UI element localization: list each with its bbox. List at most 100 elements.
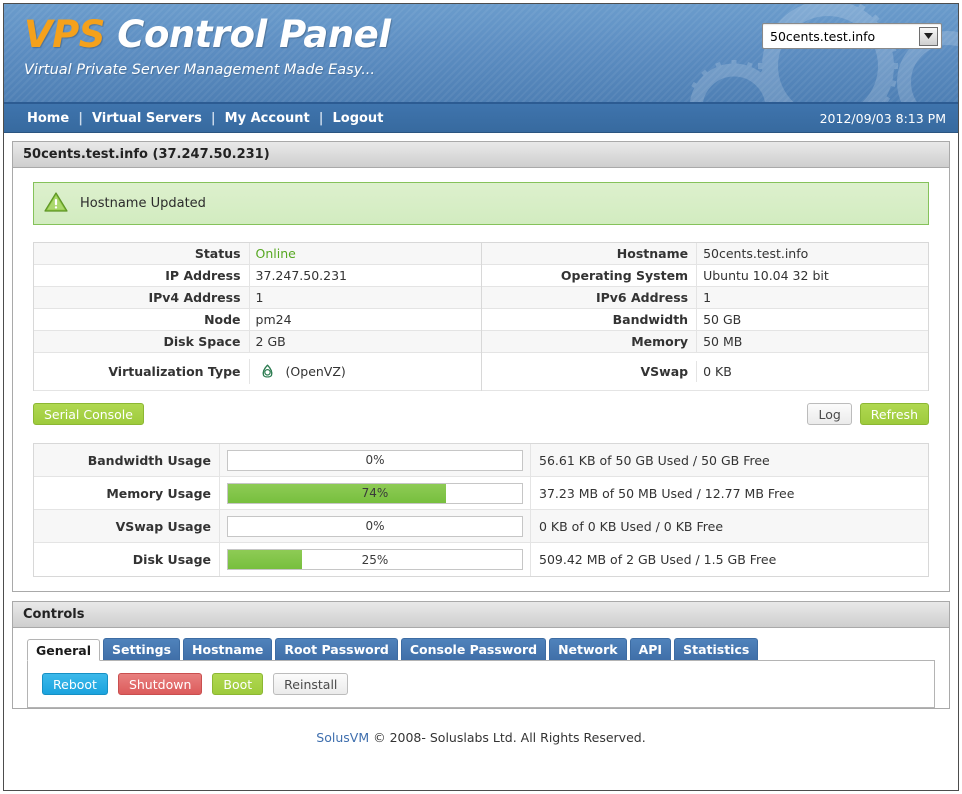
- tab-settings[interactable]: Settings: [103, 638, 181, 660]
- info-label: Bandwidth: [612, 312, 689, 327]
- tab-api[interactable]: API: [629, 638, 672, 660]
- reinstall-button[interactable]: Reinstall: [273, 673, 349, 695]
- controls-panel-title: Controls: [13, 602, 949, 628]
- usage-bar-cell: 0%: [219, 444, 531, 476]
- controls-panel: Controls General Settings Hostname Root …: [12, 601, 950, 709]
- progress-bar: 0%: [227, 449, 523, 471]
- server-info-tables: Status Online IP Address 37.247.50.231 I…: [33, 242, 929, 391]
- info-row: Virtualization Type (OpenVZ): [34, 353, 481, 391]
- warning-triangle-icon: [44, 191, 68, 217]
- usage-detail: 37.23 MB of 50 MB Used / 12.77 MB Free: [539, 485, 795, 501]
- info-row: Disk Space 2 GB: [34, 331, 481, 353]
- alert-message: Hostname Updated: [80, 196, 206, 211]
- app-tagline: Virtual Private Server Management Made E…: [24, 62, 376, 78]
- main-navbar: Home | Virtual Servers | My Account | Lo…: [4, 104, 958, 133]
- nav-item-home[interactable]: Home: [18, 111, 78, 126]
- server-info-left: Status Online IP Address 37.247.50.231 I…: [34, 243, 481, 391]
- progress-bar: 25%: [227, 549, 523, 570]
- log-button[interactable]: Log: [807, 403, 852, 425]
- info-value: 37.247.50.231: [248, 265, 481, 286]
- usage-label: Memory Usage: [106, 485, 211, 501]
- current-datetime: 2012/09/03 8:13 PM: [819, 110, 946, 126]
- info-value: 50 GB: [696, 309, 928, 330]
- server-action-buttons: Serial Console Log Refresh: [33, 391, 929, 429]
- virtualization-label: (OpenVZ): [285, 364, 346, 379]
- info-row: Status Online: [34, 243, 481, 265]
- usage-detail: 0 KB of 0 KB Used / 0 KB Free: [539, 518, 724, 534]
- usage-row: Memory Usage 74% 37.23 MB of 50 MB Used …: [34, 477, 928, 510]
- info-label: IP Address: [165, 268, 241, 283]
- info-label: Node: [204, 312, 241, 327]
- openvz-icon: [258, 362, 277, 381]
- nav-item-my-account[interactable]: My Account: [216, 111, 319, 126]
- progress-bar: 0%: [227, 515, 523, 537]
- usage-bar-cell: 74%: [219, 477, 531, 509]
- usage-detail: 509.42 MB of 2 GB Used / 1.5 GB Free: [539, 552, 777, 567]
- info-label: Virtualization Type: [108, 364, 241, 379]
- usage-detail: 56.61 KB of 50 GB Used / 50 GB Free: [539, 452, 770, 468]
- usage-row: VSwap Usage 0% 0 KB of 0 KB Used / 0 KB …: [34, 510, 928, 543]
- brand-block: VPS Control Panel Virtual Private Server…: [24, 12, 391, 79]
- gears-decoration: [689, 4, 958, 102]
- usage-table: Bandwidth Usage 0% 56.61 KB of 50 GB Use…: [33, 443, 929, 577]
- info-value: 1: [248, 287, 481, 308]
- footer-copyright: © 2008- Soluslabs Ltd. All Rights Reserv…: [369, 730, 646, 745]
- server-panel-title: 50cents.test.info (37.247.50.231): [13, 142, 949, 168]
- usage-row: Disk Usage 25% 509.42 MB of 2 GB Used / …: [34, 543, 928, 576]
- info-value: 50 MB: [696, 331, 928, 352]
- usage-row: Bandwidth Usage 0% 56.61 KB of 50 GB Use…: [34, 444, 928, 477]
- info-label: VSwap: [640, 364, 689, 379]
- server-info-right: Hostname 50cents.test.info Operating Sys…: [481, 243, 928, 391]
- controls-tabs-area: General Settings Hostname Root Password …: [13, 628, 949, 708]
- info-row: IPv4 Address 1: [34, 287, 481, 309]
- app-header: VPS Control Panel Virtual Private Server…: [4, 4, 958, 104]
- solusvm-link[interactable]: SolusVM: [316, 730, 369, 745]
- info-value: 50cents.test.info: [696, 243, 928, 264]
- tab-root-password[interactable]: Root Password: [275, 638, 398, 660]
- server-select-value: 50cents.test.info: [770, 28, 876, 44]
- info-row: Operating System Ubuntu 10.04 32 bit: [482, 265, 928, 287]
- usage-label: Bandwidth Usage: [87, 452, 211, 468]
- progress-bar-label: 0%: [365, 519, 385, 533]
- brand-rest-words: Control Panel: [104, 13, 391, 56]
- nav-links: Home | Virtual Servers | My Account | Lo…: [18, 111, 392, 126]
- boot-button[interactable]: Boot: [212, 673, 264, 695]
- brand-vps-word: VPS: [24, 13, 105, 56]
- page-body: 50cents.test.info (37.247.50.231) Hostna…: [4, 133, 958, 745]
- usage-label: Disk Usage: [132, 552, 211, 567]
- usage-bar-cell: 25%: [219, 543, 531, 576]
- info-row: IPv6 Address 1: [482, 287, 928, 309]
- shutdown-button[interactable]: Shutdown: [117, 673, 203, 695]
- server-panel: 50cents.test.info (37.247.50.231) Hostna…: [12, 141, 950, 592]
- app-frame: VPS Control Panel Virtual Private Server…: [3, 3, 959, 791]
- serial-console-button[interactable]: Serial Console: [33, 403, 144, 425]
- page-footer: SolusVM © 2008- Soluslabs Ltd. All Right…: [12, 718, 950, 745]
- chevron-down-icon[interactable]: [919, 26, 938, 46]
- tab-hostname[interactable]: Hostname: [183, 638, 273, 660]
- info-value: Online: [248, 243, 481, 264]
- info-row: IP Address 37.247.50.231: [34, 265, 481, 287]
- nav-item-logout[interactable]: Logout: [323, 111, 392, 126]
- info-value: 2 GB: [248, 331, 481, 352]
- info-label: Hostname: [616, 246, 689, 261]
- server-select[interactable]: 50cents.test.info: [762, 23, 942, 49]
- info-label: Operating System: [560, 268, 689, 283]
- info-value: 1: [696, 287, 928, 308]
- tab-general[interactable]: General: [27, 639, 100, 661]
- nav-item-virtual-servers[interactable]: Virtual Servers: [83, 111, 211, 126]
- info-row: Bandwidth 50 GB: [482, 309, 928, 331]
- info-row: VSwap 0 KB: [482, 353, 928, 391]
- info-value-virtualization: (OpenVZ): [248, 359, 481, 384]
- info-label: IPv4 Address: [148, 290, 241, 305]
- status-alert: Hostname Updated: [33, 182, 929, 225]
- tab-network[interactable]: Network: [549, 638, 627, 660]
- info-value: 0 KB: [696, 361, 928, 382]
- vps-control-panel-screen: VPS Control Panel Virtual Private Server…: [0, 0, 962, 794]
- info-label: IPv6 Address: [595, 290, 689, 305]
- progress-bar-label: 74%: [361, 486, 389, 500]
- tab-statistics[interactable]: Statistics: [674, 638, 759, 660]
- tab-console-password[interactable]: Console Password: [400, 638, 547, 660]
- power-action-buttons: Reboot Shutdown Boot Reinstall: [42, 673, 920, 695]
- reboot-button[interactable]: Reboot: [42, 673, 108, 695]
- refresh-button[interactable]: Refresh: [859, 403, 929, 425]
